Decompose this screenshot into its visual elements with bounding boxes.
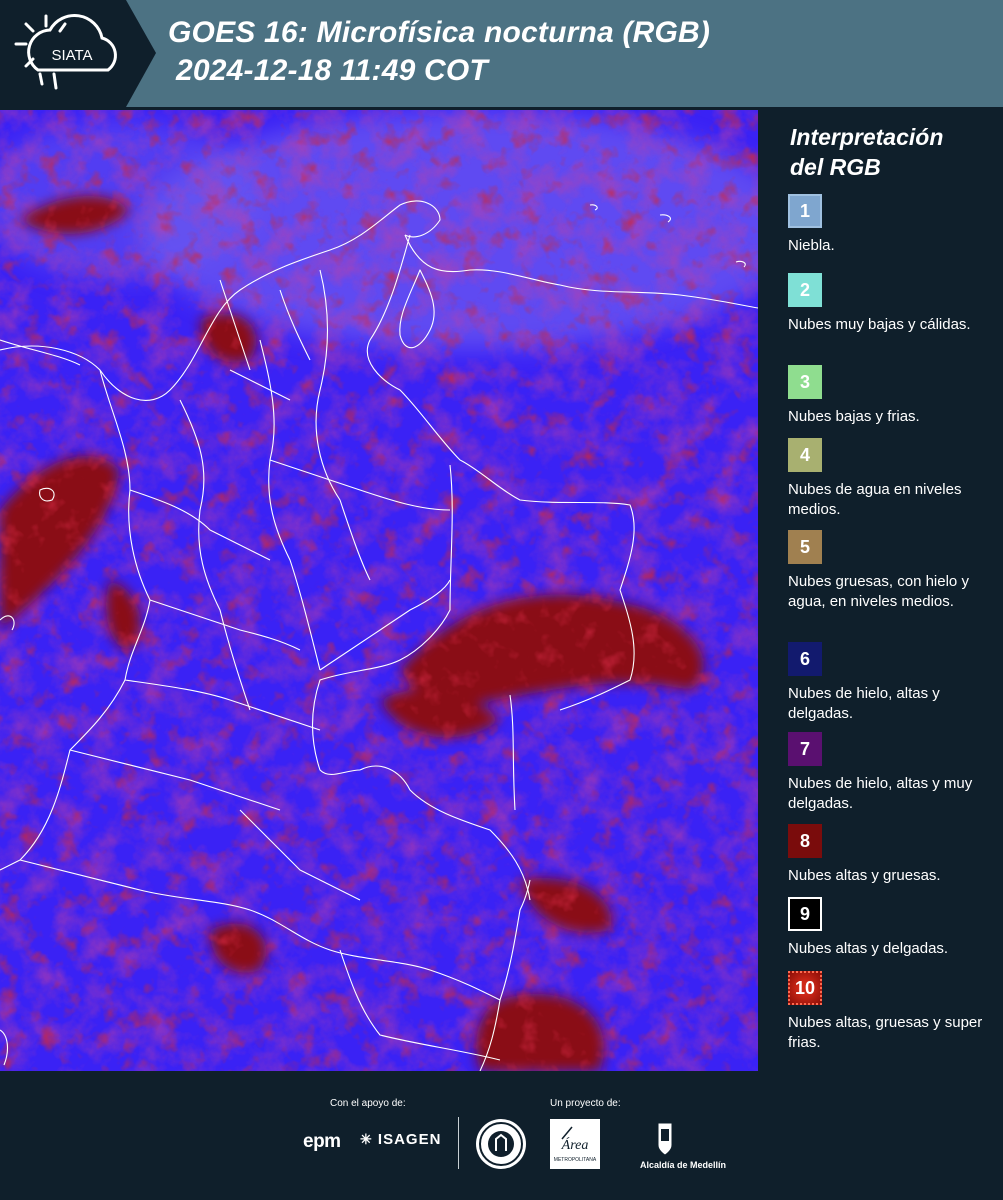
- legend-item-2: 2 Nubes muy bajas y cálidas.: [788, 273, 993, 335]
- rgb-legend: Interpretación del RGB 1 Niebla. 2 Nubes…: [758, 110, 1003, 1071]
- legend-item-3: 3 Nubes bajas y frias.: [788, 365, 993, 427]
- epm-logo: epm: [303, 1131, 341, 1152]
- legend-swatch-9: 9: [788, 897, 822, 931]
- sun-cloud-icon: SIATA: [14, 13, 117, 90]
- legend-swatch-10: 10: [788, 971, 822, 1005]
- university-seal-logo: [476, 1119, 526, 1169]
- legend-label-2: Nubes muy bajas y cálidas.: [788, 316, 971, 333]
- legend-swatch-6: 6: [788, 642, 822, 676]
- header-chevron: [122, 0, 156, 107]
- isagen-text: ISAGEN: [377, 1131, 442, 1148]
- legend-swatch-2: 2: [788, 273, 822, 307]
- legend-item-1: 1 Niebla.: [788, 194, 993, 256]
- map-image: [0, 110, 758, 1071]
- amva-text: Área: [561, 1136, 589, 1153]
- logo-text: SIATA: [51, 47, 92, 64]
- area-metropolitana-logo: Área METROPOLITANA: [550, 1119, 600, 1169]
- legend-swatch-5: 5: [788, 530, 822, 564]
- legend-label-7: Nubes de hielo, altas y muy delgadas.: [788, 775, 973, 812]
- legend-label-3: Nubes bajas y frias.: [788, 408, 920, 425]
- legend-item-8: 8 Nubes altas y gruesas.: [788, 824, 993, 886]
- alcaldia-logo: [640, 1119, 700, 1179]
- legend-label-1: Niebla.: [788, 237, 835, 254]
- support-label: Con el apoyo de:: [330, 1098, 406, 1109]
- legend-swatch-7: 7: [788, 732, 822, 766]
- coat-of-arms-icon: [657, 1122, 673, 1156]
- legend-label-8: Nubes altas y gruesas.: [788, 867, 941, 884]
- legend-swatch-1: 1: [788, 194, 822, 228]
- alcaldia-label: Alcaldía de Medellín: [640, 1160, 727, 1170]
- legend-label-10: Nubes altas, gruesas y super frias.: [788, 1014, 983, 1051]
- legend-label-9: Nubes altas y delgadas.: [788, 940, 949, 957]
- legend-label-5: Nubes gruesas, con hielo y agua, en nive…: [788, 573, 969, 610]
- amva-subtext: METROPOLITANA: [554, 1157, 597, 1163]
- legend-title-line-2: del RGB: [790, 154, 881, 180]
- legend-swatch-8: 8: [788, 824, 822, 858]
- legend-swatch-4: 4: [788, 438, 822, 472]
- isagen-logo: ✳ ISAGEN: [360, 1131, 441, 1148]
- isagen-star-icon: ✳: [360, 1131, 373, 1147]
- legend-item-4: 4 Nubes de agua en niveles medios.: [788, 438, 993, 520]
- header-bar: SIATA GOES 16: Microfísica nocturna (RGB…: [0, 0, 1003, 110]
- footer-divider: [458, 1117, 459, 1169]
- page-title: GOES 16: Microfísica nocturna (RGB) 2024…: [168, 14, 710, 90]
- project-label: Un proyecto de:: [550, 1098, 621, 1109]
- sponsor-footer: Con el apoyo de: Un proyecto de: epm ✳ I…: [0, 1071, 1003, 1200]
- satellite-map[interactable]: [0, 110, 758, 1071]
- legend-label-4: Nubes de agua en niveles medios.: [788, 481, 962, 518]
- legend-item-5: 5 Nubes gruesas, con hielo y agua, en ni…: [788, 530, 993, 612]
- amva-icon: Área METROPOLITANA: [554, 1126, 597, 1163]
- legend-item-9: 9 Nubes altas y delgadas.: [788, 897, 993, 959]
- legend-swatch-3: 3: [788, 365, 822, 399]
- legend-label-6: Nubes de hielo, altas y delgadas.: [788, 685, 940, 722]
- legend-title-line-1: Interpretación: [790, 124, 944, 150]
- siata-logo: SIATA: [10, 8, 125, 100]
- title-line-1: GOES 16: Microfísica nocturna (RGB): [168, 16, 711, 49]
- legend-item-10: 10 Nubes altas, gruesas y super frias.: [788, 971, 993, 1053]
- seal-icon: [479, 1122, 523, 1166]
- legend-item-6: 6 Nubes de hielo, altas y delgadas.: [788, 642, 993, 724]
- legend-item-7: 7 Nubes de hielo, altas y muy delgadas.: [788, 732, 993, 814]
- legend-title: Interpretación del RGB: [790, 122, 943, 182]
- title-timestamp: 2024-12-18 11:49 COT: [176, 54, 488, 87]
